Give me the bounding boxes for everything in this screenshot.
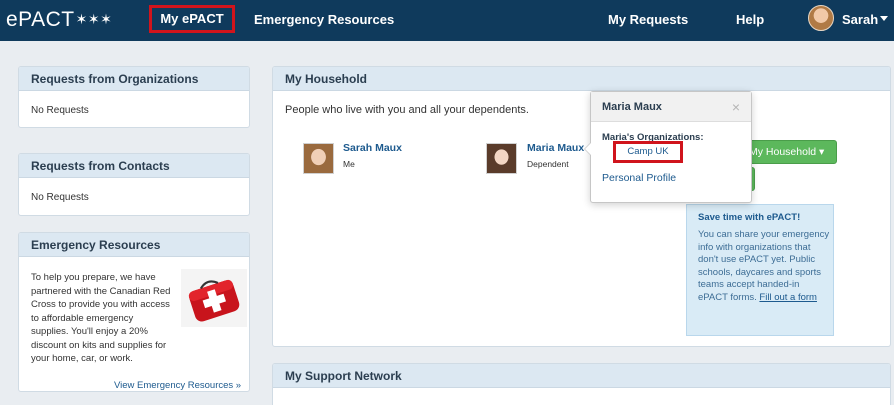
nav-emergency-resources[interactable]: Emergency Resources [254, 12, 394, 27]
view-emergency-resources-link[interactable]: View Emergency Resources » [114, 380, 241, 391]
popover-title: Maria Maux [591, 92, 751, 122]
my-household-dropdown-button[interactable]: My Household ▾ [743, 140, 837, 164]
user-avatar[interactable] [808, 5, 834, 31]
callout-text: You can share your emergency info with o… [698, 229, 830, 305]
nav-my-requests[interactable]: My Requests [608, 12, 688, 27]
panel-title: My Household [273, 67, 890, 91]
member-name-sarah[interactable]: Sarah Maux [343, 142, 402, 154]
member-name-maria[interactable]: Maria Maux [527, 142, 584, 154]
emergency-resources-panel: Emergency Resources To help you prepare,… [18, 232, 250, 392]
top-nav-bar: ePACT✶✶✶ My ePACT Emergency Resources My… [0, 0, 894, 41]
member-relation-sarah: Me [343, 159, 355, 169]
first-aid-kit-icon [181, 269, 247, 327]
logo-stars-icon: ✶✶✶ [75, 11, 113, 27]
empty-message: No Requests [31, 192, 89, 203]
user-name[interactable]: Sarah [842, 12, 878, 27]
organization-link-camp-uk[interactable]: Camp UK [613, 141, 683, 163]
member-popover: Maria Maux × Maria's Organizations: Camp… [584, 91, 752, 203]
fill-out-form-link[interactable]: Fill out a form [759, 292, 817, 303]
nav-help[interactable]: Help [736, 12, 764, 27]
household-intro: People who live with you and all your de… [285, 104, 529, 116]
requests-from-organizations-panel: Requests from Organizations No Requests [18, 66, 250, 128]
panel-title: My Support Network [273, 364, 890, 388]
panel-title: Requests from Contacts [19, 154, 249, 178]
nav-my-epact[interactable]: My ePACT [149, 5, 235, 33]
member-photo-sarah[interactable] [303, 143, 334, 174]
my-household-panel: My Household People who live with you an… [272, 66, 891, 347]
member-photo-maria[interactable] [486, 143, 517, 174]
popover-arrow-inner [585, 143, 591, 155]
panel-title: Emergency Resources [19, 233, 249, 257]
requests-from-contacts-panel: Requests from Contacts No Requests [18, 153, 250, 216]
member-relation-maria: Dependent [527, 159, 569, 169]
epact-logo[interactable]: ePACT✶✶✶ [6, 8, 112, 32]
empty-message: No Requests [31, 105, 89, 116]
panel-title: Requests from Organizations [19, 67, 249, 91]
user-menu-chevron-down-icon[interactable] [880, 16, 888, 21]
save-time-callout: Save time with ePACT! You can share your… [686, 204, 834, 336]
logo-text: ePACT [6, 8, 75, 31]
close-icon[interactable]: × [732, 99, 740, 115]
callout-title: Save time with ePACT! [698, 212, 801, 223]
personal-profile-link[interactable]: Personal Profile [602, 172, 676, 184]
emergency-description: To help you prepare, we have partnered w… [31, 272, 171, 364]
my-support-network-panel: My Support Network [272, 363, 891, 405]
